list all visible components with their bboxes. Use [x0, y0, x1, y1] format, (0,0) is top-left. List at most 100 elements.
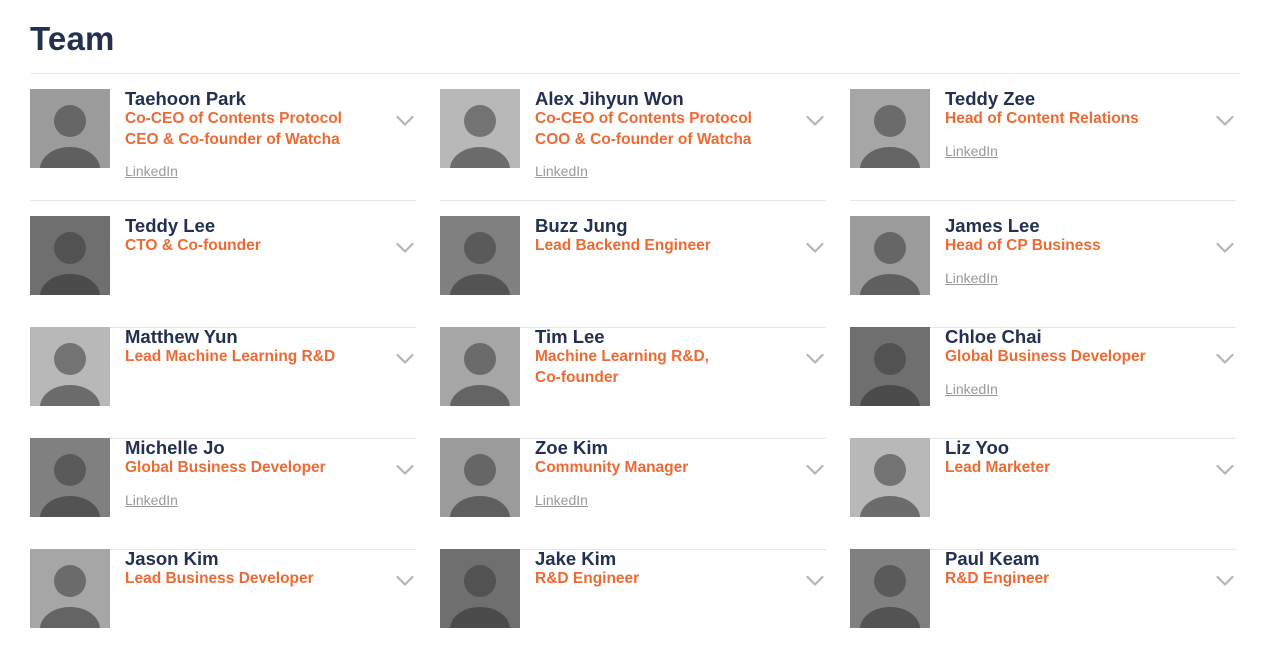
member-role: R&D Engineer [945, 570, 1050, 587]
linkedin-link[interactable]: LinkedIn [945, 381, 998, 397]
member-info: Alex Jihyun Won Co-CEO of Contents Protoc… [535, 89, 785, 181]
avatar [30, 549, 110, 628]
member-role: R&D Engineer [535, 570, 640, 587]
avatar [850, 549, 930, 628]
team-member-card[interactable]: Paul Keam R&D Engineer [850, 549, 1236, 649]
chevron-down-icon[interactable] [396, 115, 414, 127]
member-info: Tim Lee Machine Learning R&D, Co-founder [535, 327, 785, 388]
member-role: Head of CP Business [945, 237, 1101, 254]
team-member-card[interactable]: Buzz Jung Lead Backend Engineer [440, 216, 826, 328]
member-role: COO & Co-founder of Watcha [535, 130, 752, 148]
avatar [440, 327, 520, 406]
member-name: Buzz Jung [535, 215, 628, 236]
member-info: Taehoon Park Co-CEO of Contents Protocol C… [125, 89, 375, 181]
avatar [30, 327, 110, 406]
member-info: Teddy Lee CTO & Co-founder [125, 216, 375, 257]
linkedin-link[interactable]: LinkedIn [945, 270, 998, 286]
chevron-down-icon[interactable] [1216, 115, 1234, 127]
member-name: Liz Yoo [945, 437, 1010, 458]
chevron-down-icon[interactable] [396, 575, 414, 587]
member-role: Global Business Developer [945, 348, 1146, 365]
avatar [850, 327, 930, 406]
team-member-card[interactable]: Michelle Jo Global Business Developer Link… [30, 438, 416, 550]
member-role: Head of Content Relations [945, 110, 1139, 127]
team-member-card[interactable]: Taehoon Park Co-CEO of Contents Protocol C… [30, 89, 416, 201]
member-role: Lead Machine Learning R&D [125, 348, 336, 365]
team-member-card[interactable]: Alex Jihyun Won Co-CEO of Contents Protoc… [440, 89, 826, 201]
linkedin-link[interactable]: LinkedIn [535, 163, 588, 179]
member-role: Lead Backend Engineer [535, 237, 711, 254]
linkedin-link[interactable]: LinkedIn [125, 163, 178, 179]
member-info: Liz Yoo Lead Marketer [945, 438, 1195, 479]
avatar [850, 438, 930, 517]
avatar [30, 89, 110, 168]
chevron-down-icon[interactable] [806, 353, 824, 365]
member-role: Lead Business Developer [125, 570, 314, 587]
avatar [30, 216, 110, 295]
chevron-down-icon[interactable] [806, 575, 824, 587]
member-role: Co-CEO of Contents Protocol [535, 110, 752, 127]
avatar [850, 216, 930, 295]
team-member-card[interactable]: Teddy Zee Head of Content Relations Linked… [850, 89, 1236, 201]
member-name: Alex Jihyun Won [535, 88, 684, 109]
member-name: Tim Lee [535, 326, 605, 347]
team-member-card[interactable]: Zoe Kim Community Manager LinkedIn [440, 438, 826, 550]
member-name: Zoe Kim [535, 437, 608, 458]
member-role: Co-founder [535, 368, 619, 386]
member-role: CTO & Co-founder [125, 237, 261, 254]
member-info: Paul Keam R&D Engineer [945, 549, 1195, 590]
member-info: Jason Kim Lead Business Developer [125, 549, 375, 590]
chevron-down-icon[interactable] [1216, 242, 1234, 254]
member-name: Michelle Jo [125, 437, 225, 458]
member-name: Chloe Chai [945, 326, 1042, 347]
chevron-down-icon[interactable] [396, 353, 414, 365]
member-role: Co-CEO of Contents Protocol [125, 110, 342, 127]
team-member-card[interactable]: Teddy Lee CTO & Co-founder [30, 216, 416, 328]
member-name: Taehoon Park [125, 88, 246, 109]
member-role: Global Business Developer [125, 459, 326, 476]
member-info: Teddy Zee Head of Content Relations Linked… [945, 89, 1195, 161]
avatar [440, 216, 520, 295]
avatar [440, 549, 520, 628]
chevron-down-icon[interactable] [1216, 353, 1234, 365]
team-member-card[interactable]: Jake Kim R&D Engineer [440, 549, 826, 649]
member-info: Jake Kim R&D Engineer [535, 549, 785, 590]
member-name: Jason Kim [125, 548, 219, 569]
member-name: Paul Keam [945, 548, 1040, 569]
page-title: Team [30, 20, 115, 57]
chevron-down-icon[interactable] [396, 242, 414, 254]
member-info: James Lee Head of CP Business LinkedIn [945, 216, 1195, 288]
member-info: Chloe Chai Global Business Developer Linke… [945, 327, 1195, 399]
member-role: CEO & Co-founder of Watcha [125, 130, 340, 148]
member-name: Teddy Zee [945, 88, 1036, 109]
chevron-down-icon[interactable] [806, 464, 824, 476]
team-member-card[interactable]: Jason Kim Lead Business Developer [30, 549, 416, 649]
member-info: Zoe Kim Community Manager LinkedIn [535, 438, 785, 510]
linkedin-link[interactable]: LinkedIn [125, 492, 178, 508]
member-name: Teddy Lee [125, 215, 216, 236]
avatar [440, 89, 520, 168]
member-name: James Lee [945, 215, 1040, 236]
member-role: Machine Learning R&D, [535, 348, 709, 365]
team-member-card[interactable]: Matthew Yun Lead Machine Learning R&D [30, 327, 416, 439]
team-member-card[interactable]: Liz Yoo Lead Marketer [850, 438, 1236, 550]
avatar [440, 438, 520, 517]
member-info: Buzz Jung Lead Backend Engineer [535, 216, 785, 257]
linkedin-link[interactable]: LinkedIn [945, 143, 998, 159]
member-info: Matthew Yun Lead Machine Learning R&D [125, 327, 375, 368]
team-member-card[interactable]: Chloe Chai Global Business Developer Linke… [850, 327, 1236, 439]
member-name: Jake Kim [535, 548, 617, 569]
chevron-down-icon[interactable] [1216, 464, 1234, 476]
title-divider [30, 73, 1240, 74]
chevron-down-icon[interactable] [1216, 575, 1234, 587]
team-member-card[interactable]: Tim Lee Machine Learning R&D, Co-founder [440, 327, 826, 439]
member-role: Lead Marketer [945, 459, 1051, 476]
chevron-down-icon[interactable] [806, 115, 824, 127]
chevron-down-icon[interactable] [396, 464, 414, 476]
linkedin-link[interactable]: LinkedIn [535, 492, 588, 508]
chevron-down-icon[interactable] [806, 242, 824, 254]
avatar [30, 438, 110, 517]
member-role: Community Manager [535, 459, 689, 476]
team-member-card[interactable]: James Lee Head of CP Business LinkedIn [850, 216, 1236, 328]
avatar [850, 89, 930, 168]
